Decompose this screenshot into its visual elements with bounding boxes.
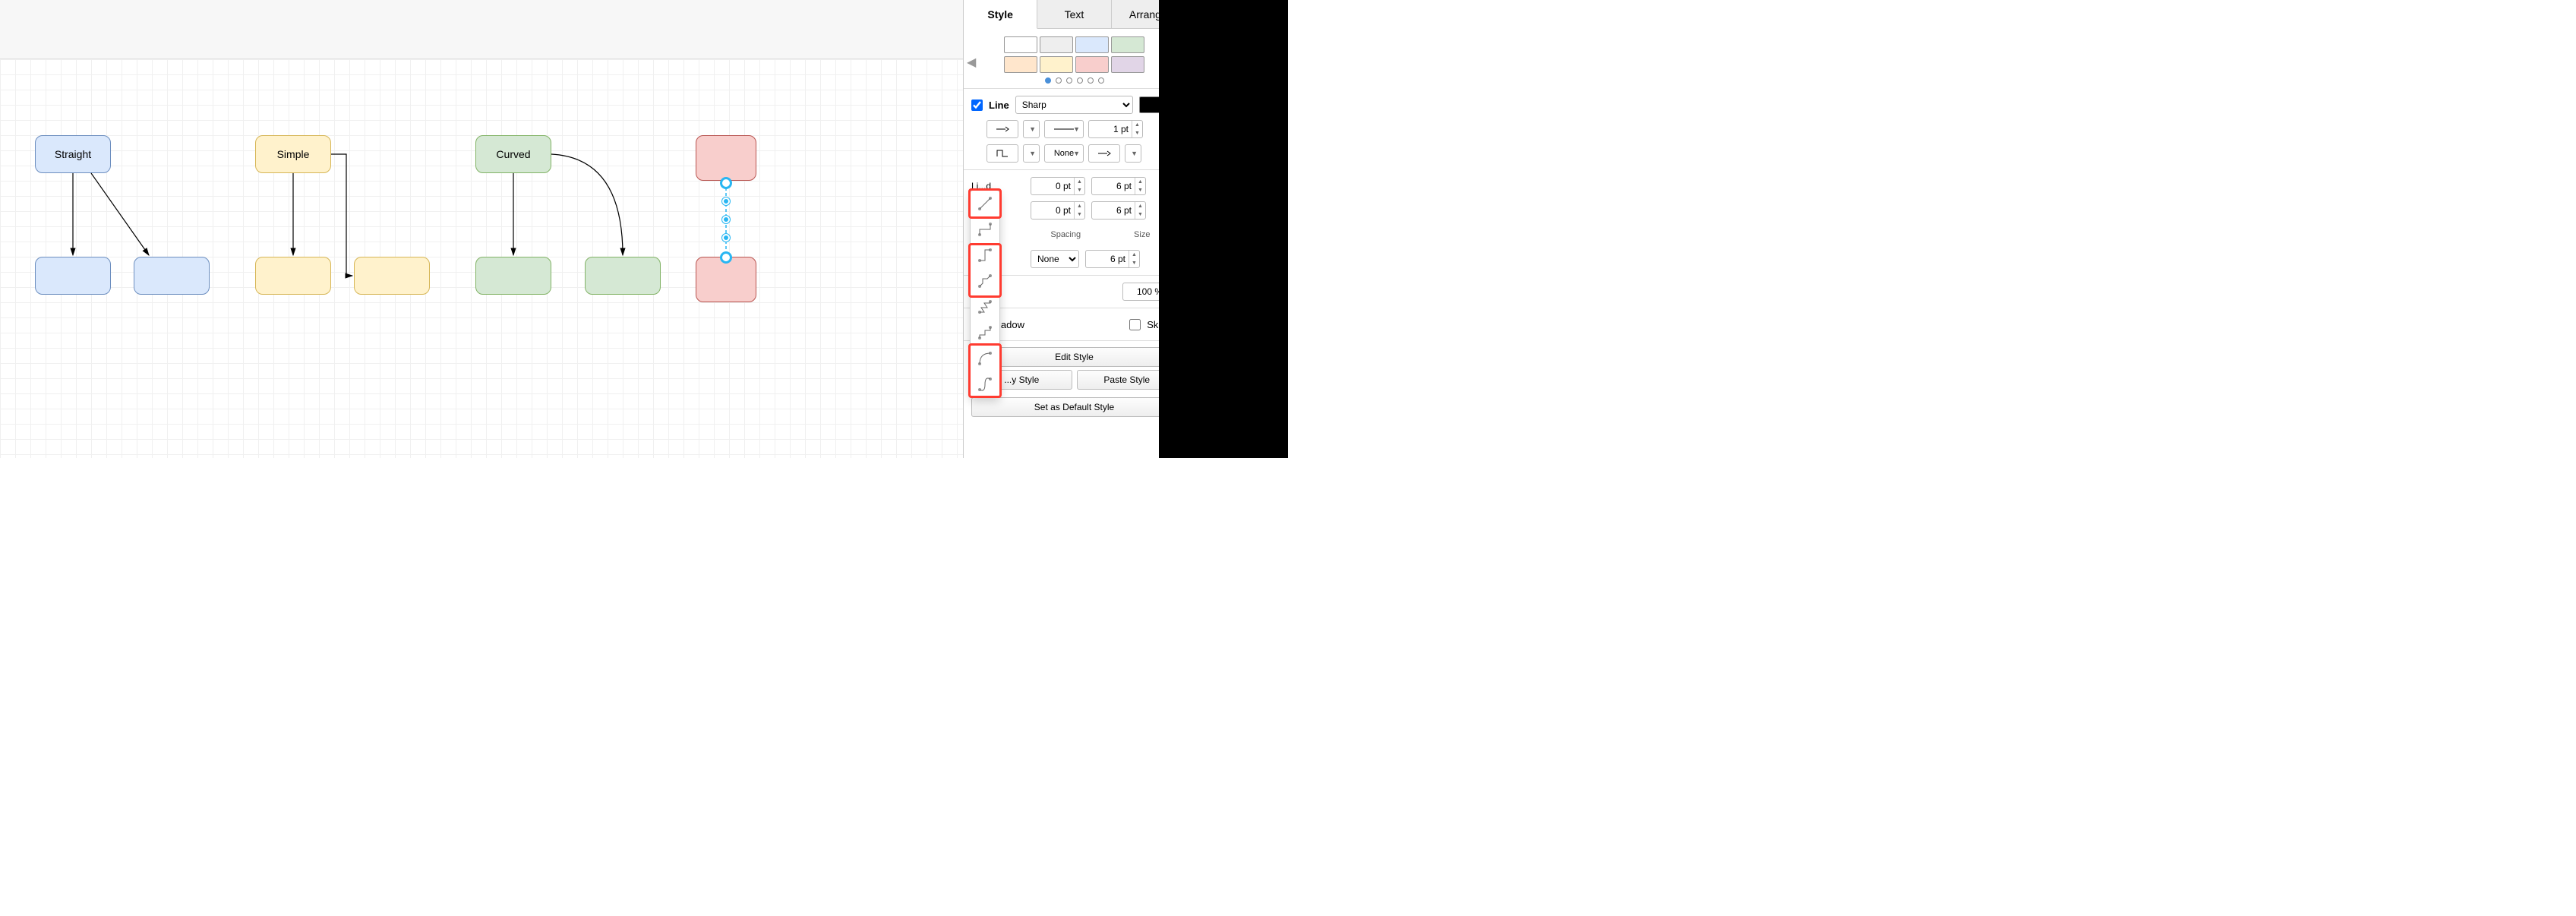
shape-blue-2[interactable] (35, 257, 111, 295)
shape-curved[interactable]: Curved (475, 135, 551, 173)
page-dot-1[interactable] (1045, 77, 1051, 84)
line-jumps-size[interactable]: 6 pt▲▼ (1085, 250, 1140, 268)
tab-text[interactable]: Text (1037, 0, 1111, 28)
waypoint-option-entity[interactable] (971, 320, 999, 346)
waypoint-option-simple[interactable] (971, 242, 999, 268)
line-style-select[interactable]: Sharp (1015, 96, 1133, 114)
waypoint-dd[interactable] (987, 144, 1018, 163)
swatch-blue[interactable] (1075, 36, 1109, 53)
line-jumps-select[interactable]: None (1031, 250, 1079, 268)
arrow-start-none-dd[interactable]: None▼ (1044, 144, 1084, 163)
connector-waypoint-3[interactable] (722, 234, 730, 242)
shape-blue-3[interactable] (134, 257, 210, 295)
swatch-yellow[interactable] (1040, 56, 1073, 73)
default-style-button[interactable]: Set as Default Style (971, 397, 1177, 417)
shape-green-3[interactable] (585, 257, 661, 295)
page-dot-2[interactable] (1056, 77, 1062, 84)
line-end-spacing[interactable]: 0 pt▲▼ (1031, 177, 1085, 195)
arrow-start-caret[interactable]: ▼ (1125, 144, 1141, 163)
shape-simple[interactable]: Simple (255, 135, 331, 173)
page-dot-4[interactable] (1077, 77, 1083, 84)
page-dot-3[interactable] (1066, 77, 1072, 84)
shape-red-2[interactable] (696, 257, 756, 302)
waypoint-option-curved2[interactable] (971, 371, 999, 397)
swatch-prev[interactable]: ◀ (967, 55, 976, 70)
waypoint-option-isometric2[interactable] (971, 294, 999, 320)
edit-style-button[interactable]: Edit Style (971, 347, 1177, 367)
swatch-purple[interactable] (1111, 56, 1144, 73)
swatch-white[interactable] (1004, 36, 1037, 53)
format-panel: Style Text Arrange ◀ ▶ (963, 0, 1185, 458)
connector-waypoint-1[interactable] (722, 197, 730, 205)
black-sidebar-area (1159, 0, 1288, 458)
line-start-spacing[interactable]: 0 pt▲▼ (1031, 201, 1085, 220)
main-area: Straight Simple Curved (0, 0, 963, 458)
swatch-red[interactable] (1075, 56, 1109, 73)
shape-yellow-2[interactable] (255, 257, 331, 295)
arrow-start-dd[interactable] (1088, 144, 1120, 163)
waypoint-option-curved[interactable] (971, 346, 999, 371)
canvas[interactable]: Straight Simple Curved (0, 59, 963, 458)
arrow-end-caret[interactable]: ▼ (1023, 120, 1040, 138)
line-end-size[interactable]: 6 pt▲▼ (1091, 177, 1146, 195)
sketch-checkbox[interactable] (1129, 319, 1141, 330)
waypoint-option-isometric[interactable] (971, 268, 999, 294)
swatch-green[interactable] (1111, 36, 1144, 53)
waypoint-option-straight[interactable] (971, 191, 999, 216)
waypoint-caret[interactable]: ▼ (1023, 144, 1040, 163)
waypoint-option-orthogonal[interactable] (971, 216, 999, 242)
connector-endpoint-bottom[interactable] (721, 252, 731, 263)
line-start-size[interactable]: 6 pt▲▼ (1091, 201, 1146, 220)
tab-style[interactable]: Style (964, 0, 1037, 29)
shape-yellow-3[interactable] (354, 257, 430, 295)
connector-waypoint-2[interactable] (722, 216, 730, 223)
line-label: Line (989, 99, 1009, 111)
line-dash-dd[interactable]: ▼ (1044, 120, 1084, 138)
toolbar (0, 0, 963, 59)
shape-straight[interactable]: Straight (35, 135, 111, 173)
page-dot-5[interactable] (1088, 77, 1094, 84)
shape-green-2[interactable] (475, 257, 551, 295)
line-checkbox[interactable] (971, 99, 983, 111)
spacing-header: Spacing (1031, 230, 1101, 239)
swatch-orange[interactable] (1004, 56, 1037, 73)
waypoint-style-popup (970, 190, 1000, 398)
page-dot-6[interactable] (1098, 77, 1104, 84)
connector-endpoint-top[interactable] (721, 178, 731, 188)
swatch-grey[interactable] (1040, 36, 1073, 53)
arrow-end-dd[interactable] (987, 120, 1018, 138)
shape-red-1[interactable] (696, 135, 756, 181)
line-width-spinner[interactable]: 1 pt▲▼ (1088, 120, 1143, 138)
